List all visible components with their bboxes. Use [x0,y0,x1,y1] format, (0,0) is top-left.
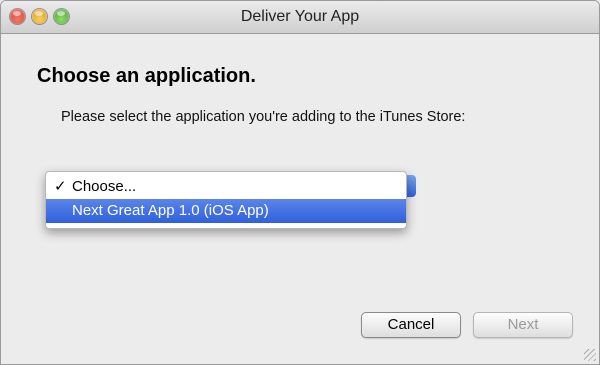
window-title: Deliver Your App [240,8,360,25]
cancel-button[interactable]: Cancel [361,312,461,338]
resize-grip-icon[interactable] [584,349,596,361]
menu-item-choose[interactable]: ✓ Choose... [46,175,406,199]
menu-item-label: Choose... [72,178,137,195]
title-bar[interactable]: Deliver Your App [1,1,599,34]
dialog-window: Deliver Your App Choose an application. … [0,0,600,365]
next-button[interactable]: Next [473,312,573,338]
instructions-text: Please select the application you're add… [61,109,466,125]
menu-item-label: Next Great App 1.0 (iOS App) [72,202,269,219]
menu-item-next-great-app[interactable]: Next Great App 1.0 (iOS App) [46,199,406,223]
page-heading: Choose an application. [37,65,256,87]
application-popup-menu[interactable]: ✓ Choose... Next Great App 1.0 (iOS App) [45,171,407,229]
checkmark-icon: ✓ [54,178,67,195]
